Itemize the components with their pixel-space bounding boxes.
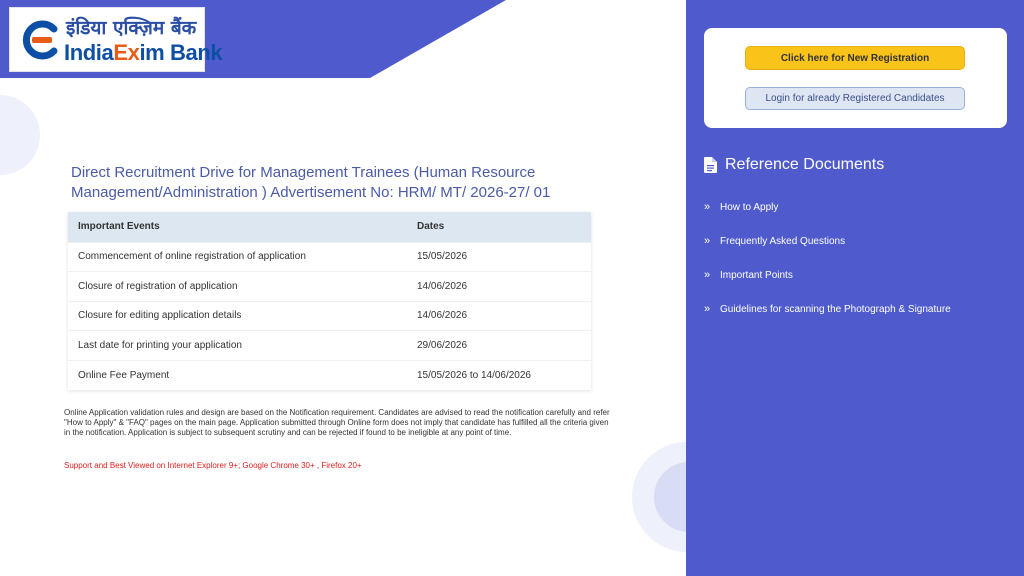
- page-title: Direct Recruitment Drive for Management …: [71, 164, 551, 201]
- decorative-circle: [0, 95, 40, 175]
- table-row: Online Fee Payment 15/05/2026 to 14/06/2…: [68, 359, 591, 390]
- table-row: Closure of registration of application 1…: [68, 271, 591, 301]
- column-header-dates: Dates: [415, 212, 591, 242]
- event-cell: Closure for editing application details: [68, 300, 415, 331]
- reference-link-how-to-apply[interactable]: » How to Apply: [704, 190, 1004, 224]
- reference-link-scanning-guidelines[interactable]: » Guidelines for scanning the Photograph…: [704, 292, 1004, 326]
- reference-documents-heading: Reference Documents: [704, 156, 884, 174]
- date-cell: 15/05/2026 to 14/06/2026: [415, 359, 591, 390]
- double-chevron-right-icon: »: [704, 303, 711, 315]
- double-chevron-right-icon: »: [704, 201, 711, 213]
- event-cell: Closure of registration of application: [68, 271, 415, 301]
- reference-link-label: Guidelines for scanning the Photograph &…: [720, 303, 951, 315]
- date-cell: 14/06/2026: [415, 300, 591, 331]
- page: इंडिया एक्ज़िम बैंक IndiaExim Bank Direc…: [0, 0, 1024, 576]
- reference-documents-list: » How to Apply » Frequently Asked Questi…: [704, 190, 1004, 326]
- bank-logo-icon: [22, 20, 58, 60]
- main-content: इंडिया एक्ज़िम बैंक IndiaExim Bank Direc…: [0, 0, 686, 576]
- table-row: Commencement of online registration of a…: [68, 241, 591, 272]
- document-icon: [704, 157, 717, 173]
- new-registration-button[interactable]: Click here for New Registration: [745, 46, 965, 70]
- date-cell: 15/05/2026: [415, 241, 591, 272]
- bank-logo-english-accent: Ex: [113, 40, 140, 65]
- reference-link-faq[interactable]: » Frequently Asked Questions: [704, 224, 1004, 258]
- login-button[interactable]: Login for already Registered Candidates: [745, 87, 965, 110]
- date-cell: 14/06/2026: [415, 271, 591, 301]
- double-chevron-right-icon: »: [704, 269, 711, 281]
- reference-link-label: Frequently Asked Questions: [720, 235, 846, 247]
- important-events-table: Important Events Dates Commencement of o…: [68, 212, 591, 390]
- double-chevron-right-icon: »: [704, 235, 711, 247]
- reference-link-label: How to Apply: [720, 201, 779, 213]
- bank-logo-english-main: India: [64, 40, 114, 65]
- bank-logo-english: IndiaExim Bank: [64, 40, 223, 66]
- browser-support-note: Support and Best Viewed on Internet Expl…: [64, 461, 362, 470]
- table-row: Last date for printing your application …: [68, 330, 591, 360]
- registration-card: Click here for New Registration Login fo…: [704, 28, 1007, 128]
- bank-logo-english-rest: im Bank: [139, 40, 223, 65]
- bank-logo[interactable]: इंडिया एक्ज़िम बैंक IndiaExim Bank: [9, 7, 223, 72]
- event-cell: Last date for printing your application: [68, 330, 415, 360]
- validation-note: Online Application validation rules and …: [64, 408, 610, 437]
- bank-logo-hindi: इंडिया एक्ज़िम बैंक: [66, 17, 197, 39]
- reference-link-label: Important Points: [720, 269, 793, 281]
- table-row: Closure for editing application details …: [68, 300, 591, 331]
- table-header-row: Important Events Dates: [68, 212, 591, 242]
- reference-documents-title: Reference Documents: [725, 156, 885, 173]
- event-cell: Online Fee Payment: [68, 359, 415, 390]
- date-cell: 29/06/2026: [415, 330, 591, 360]
- column-header-events: Important Events: [68, 212, 415, 242]
- reference-link-important-points[interactable]: » Important Points: [704, 258, 1004, 292]
- event-cell: Commencement of online registration of a…: [68, 241, 415, 272]
- sidebar: Click here for New Registration Login fo…: [686, 0, 1024, 576]
